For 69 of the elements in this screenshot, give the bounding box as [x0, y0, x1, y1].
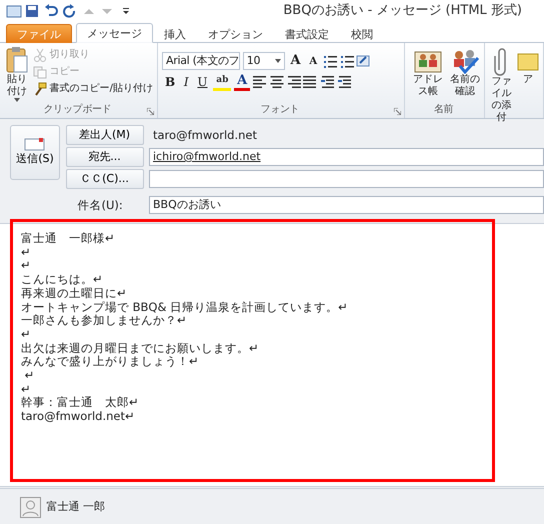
body-line: 富士通 一郎様↵ — [21, 232, 116, 246]
body-line: こんにちは。↵ — [21, 273, 104, 287]
ribbon-tab[interactable]: メッセージ — [76, 22, 153, 43]
ribbon-tab[interactable]: 挿入 — [153, 24, 197, 43]
check-names-button[interactable]: 名前の確認 — [450, 46, 480, 98]
cc-field[interactable] — [149, 170, 544, 188]
cc-button[interactable]: ＣＣ(C)... — [66, 169, 144, 189]
body-line: 一郎さんも参加しませんか？↵ — [21, 314, 188, 328]
underline-button[interactable]: U — [194, 72, 211, 91]
group-label: クリップボード — [42, 102, 112, 117]
body-line: 再来週の土曜日に↵ — [21, 286, 128, 301]
launcher-icon[interactable] — [394, 108, 401, 115]
align-right-icon[interactable] — [286, 74, 300, 90]
address-book-button[interactable]: アドレス帳 — [409, 46, 448, 98]
save-icon[interactable] — [24, 3, 40, 19]
body-line: ↵ — [21, 259, 32, 274]
sender-address: taro@fmworld.net — [152, 127, 258, 144]
to-button[interactable]: 宛先... — [66, 147, 144, 167]
body-line: オートキャンプ場で BBQ& 日帰り温泉を計画しています。↵ — [21, 300, 349, 314]
subject-field[interactable]: BBQのお誘い — [149, 196, 544, 214]
shrink-font-button[interactable]: A — [306, 52, 320, 70]
bold-button[interactable]: B — [162, 72, 178, 91]
to-field[interactable]: ichiro@fmworld.net — [149, 148, 544, 166]
body-line: ↵ — [21, 246, 32, 260]
font-color-button[interactable]: A — [234, 72, 250, 91]
align-center-icon[interactable] — [270, 74, 284, 90]
align-left-icon[interactable] — [253, 74, 267, 90]
brush-icon — [32, 82, 47, 96]
body-line: ↵ — [24, 369, 36, 383]
highlight-button[interactable]: ab — [213, 72, 232, 91]
body-line: taro@fmworld.net↵ — [21, 410, 136, 424]
from-button[interactable]: 差出人(M) — [66, 125, 144, 145]
launcher-icon[interactable] — [147, 108, 154, 115]
window-title: BBQのお誘い - メッセージ (HTML 形式) — [283, 2, 522, 20]
justify-icon[interactable] — [303, 74, 318, 90]
ribbon-tab[interactable]: 書式設定 — [274, 24, 340, 43]
format-painter-button[interactable]: 書式のコピー/貼り付け — [32, 80, 153, 97]
body-line: みんなで盛り上がりましょう！↵ — [21, 355, 200, 370]
attach-button[interactable]: ファイルの添付 — [489, 46, 514, 124]
clipboard-icon — [4, 46, 29, 74]
italic-button[interactable]: I — [180, 72, 192, 91]
styles-icon[interactable] — [356, 54, 370, 68]
avatar-icon — [20, 497, 41, 518]
send-button[interactable]: 送信(S) — [10, 125, 60, 180]
undo-icon[interactable] — [43, 3, 59, 19]
ribbon-tab[interactable]: 校閲 — [340, 24, 384, 43]
caret-icon — [14, 98, 20, 102]
item-button[interactable]: ア — [517, 46, 539, 124]
body-line: 幹事：富士通 太郎↵ — [21, 396, 140, 410]
contact-name: 富士通 一郎 — [46, 499, 105, 516]
outdent-icon[interactable] — [320, 74, 334, 90]
subject-label: 件名(U): — [76, 197, 124, 214]
paste-button[interactable]: 貼り付け — [4, 46, 30, 102]
ribbon-tab[interactable]: オプション — [197, 24, 274, 43]
grow-font-button[interactable]: A — [288, 52, 304, 70]
body-line: ↵ — [21, 382, 32, 396]
body-line: 出欠は来週の月曜日までにお願いします。↵ — [21, 342, 260, 356]
font-name-field[interactable]: Arial (本文のフ — [162, 52, 240, 70]
font-size-field[interactable]: 10 — [242, 52, 285, 70]
numbering-icon[interactable] — [340, 54, 354, 68]
group-label: 名前 — [432, 103, 454, 117]
body-line: ↵ — [21, 328, 32, 342]
group-label: フォント — [260, 103, 300, 117]
indent-icon[interactable] — [336, 74, 351, 90]
caret-icon — [274, 59, 281, 63]
scissors-icon — [32, 48, 47, 62]
copy-icon — [32, 64, 47, 78]
bullets-icon[interactable] — [322, 54, 337, 68]
redo-icon[interactable] — [62, 3, 78, 19]
